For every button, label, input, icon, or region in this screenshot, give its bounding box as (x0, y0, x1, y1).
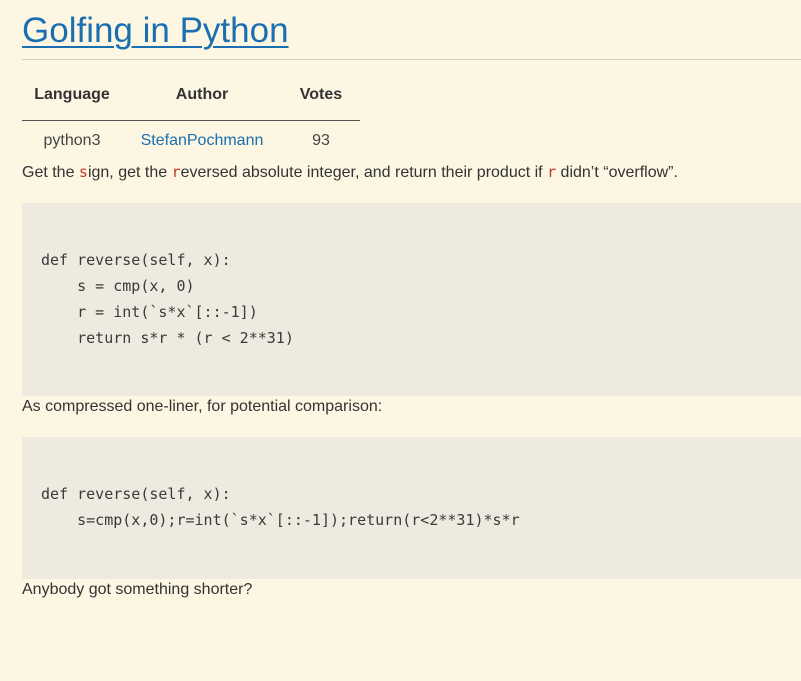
votes-value: 93 (312, 132, 330, 149)
meta-header-row: Language Author Votes (22, 86, 360, 121)
code-block-oneliner: def reverse(self, x): s=cmp(x,0);r=int(`… (22, 437, 801, 579)
inline-code-s: s (78, 163, 88, 181)
language-value: python3 (43, 132, 101, 149)
code-line: s=cmp(x,0);r=int(`s*x`[::-1]);return(r<2… (41, 511, 520, 529)
inline-code-r: r (547, 163, 557, 181)
comparison-paragraph: As compressed one-liner, for potential c… (22, 398, 383, 415)
closing-paragraph: Anybody got something shorter? (22, 581, 253, 598)
post: Golfing in Python Language Author Votes … (22, 0, 801, 601)
code-line: def reverse(self, x): (41, 485, 231, 503)
code-block-full: def reverse(self, x): s = cmp(x, 0) r = … (22, 203, 801, 396)
description-paragraph: Get the sign, get the reversed absolute … (22, 161, 801, 184)
header-author: Author (122, 86, 282, 121)
meta-table: Language Author Votes python3 StefanPoch… (22, 86, 360, 161)
text-span: ign, get the (87, 164, 172, 181)
title-divider (22, 59, 801, 60)
text-span: eversed absolute integer, and return the… (180, 164, 548, 181)
page-title: Golfing in Python (22, 0, 801, 57)
meta-row: python3 StefanPochmann 93 (22, 121, 360, 162)
code-line: s = cmp(x, 0) (41, 277, 195, 295)
code-line: def reverse(self, x): (41, 251, 231, 269)
inline-code-r: r (171, 163, 181, 181)
code-line: r = int(`s*x`[::-1]) (41, 303, 258, 321)
code-line: return s*r * (r < 2**31) (41, 329, 294, 347)
header-language: Language (22, 86, 122, 121)
text-span: Get the (22, 164, 79, 181)
header-votes: Votes (282, 86, 360, 121)
author-link[interactable]: StefanPochmann (141, 132, 264, 149)
author-cell: StefanPochmann (122, 121, 282, 162)
text-span: didn’t “overflow”. (556, 164, 678, 181)
title-link[interactable]: Golfing in Python (22, 11, 289, 50)
